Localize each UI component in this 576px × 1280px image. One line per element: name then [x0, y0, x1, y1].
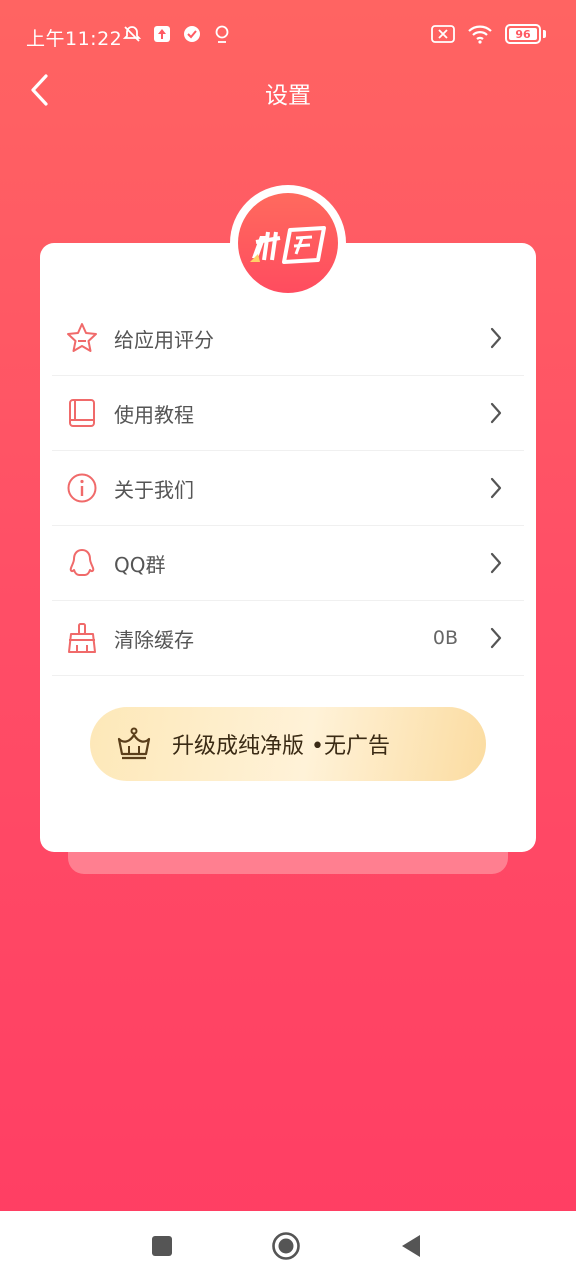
menu-item-qq-group[interactable]: QQ群: [52, 526, 524, 601]
menu-item-label: QQ群: [114, 552, 166, 577]
app-logo-mark: [238, 193, 338, 293]
menu-item-clear-cache[interactable]: 清除缓存 0B: [52, 601, 524, 676]
star-icon: [64, 320, 100, 356]
menu-item-tutorial[interactable]: 使用教程: [52, 376, 524, 451]
status-icons-left: [122, 24, 232, 44]
menu-item-about-us[interactable]: 关于我们: [52, 451, 524, 526]
recent-apps-button[interactable]: [147, 1231, 177, 1261]
battery-tip: [543, 30, 546, 38]
status-bar: 上午11:22 96: [0, 0, 576, 70]
check-circle-icon: [182, 24, 202, 44]
wifi-icon: [467, 24, 493, 44]
square-icon: [152, 1236, 172, 1256]
battery-icon: 96: [505, 24, 541, 44]
upload-icon: [152, 24, 172, 44]
info-icon: [64, 470, 100, 506]
chevron-right-icon: [486, 626, 506, 650]
broom-icon: [64, 620, 100, 656]
chevron-right-icon: [486, 476, 506, 500]
status-icons-right: 96: [431, 24, 546, 44]
chevron-right-icon: [486, 326, 506, 350]
menu-item-label: 使用教程: [114, 402, 194, 427]
menu-item-label: 给应用评分: [114, 327, 214, 352]
chevron-right-icon: [486, 551, 506, 575]
location-icon: [212, 24, 232, 44]
chevron-right-icon: [486, 401, 506, 425]
menu-item-label: 清除缓存: [114, 627, 194, 652]
qq-penguin-icon: [64, 545, 100, 581]
system-nav-bar: [0, 1211, 576, 1280]
mute-icon: [122, 24, 142, 44]
title-bar: 设置: [0, 62, 576, 118]
settings-menu: 给应用评分 使用教程 关于我们 QQ群 清除缓存 0B: [52, 301, 524, 676]
upgrade-button[interactable]: 升级成纯净版 •无广告: [90, 707, 486, 781]
back-nav-button[interactable]: [396, 1231, 426, 1261]
cache-size-value: 0B: [432, 627, 458, 649]
home-button[interactable]: [271, 1231, 301, 1261]
book-icon: [64, 395, 100, 431]
upgrade-label: 升级成纯净版 •无广告: [172, 734, 390, 759]
menu-item-rate-app[interactable]: 给应用评分: [52, 301, 524, 376]
settings-card: 给应用评分 使用教程 关于我们 QQ群 清除缓存 0B 升级成纯净版 •无广告: [40, 243, 536, 852]
no-sim-icon: [431, 24, 455, 44]
menu-item-label: 关于我们: [114, 477, 194, 502]
page-title: 设置: [265, 83, 311, 109]
home-circle-icon: [272, 1232, 300, 1260]
status-time: 上午11:22: [26, 28, 123, 50]
triangle-back-icon: [402, 1235, 420, 1257]
logo-glyph-icon: [250, 226, 326, 264]
crown-icon: [114, 724, 154, 764]
battery-level: 96: [515, 27, 531, 41]
app-logo: [230, 185, 346, 301]
